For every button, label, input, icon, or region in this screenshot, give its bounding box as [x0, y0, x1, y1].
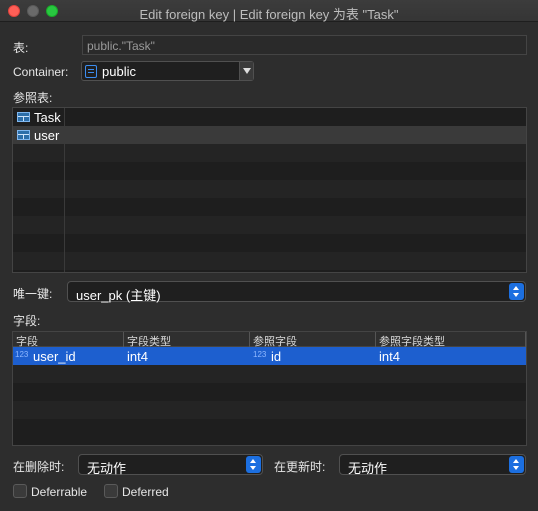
unique-key-select[interactable]: user_pk (主键) [67, 281, 526, 303]
empty-row [13, 162, 526, 180]
select-stepper-icon [509, 456, 524, 473]
unique-key-value: user_pk (主键) [76, 288, 161, 303]
ref-table-list[interactable]: Task user [12, 107, 527, 273]
column-separator[interactable] [123, 332, 124, 347]
ref-field-cell[interactable]: id [271, 349, 281, 364]
empty-row [13, 180, 526, 198]
deferred-label[interactable]: Deferred [122, 485, 169, 499]
on-update-value: 无动作 [348, 461, 388, 476]
table-row[interactable]: 123 user_id int4 123 id int4 [13, 347, 526, 365]
empty-row [13, 234, 526, 252]
deferred-checkbox[interactable] [104, 484, 118, 498]
column-separator [64, 108, 65, 272]
ref-field-type-cell[interactable]: int4 [379, 349, 400, 364]
on-delete-value: 无动作 [87, 461, 127, 476]
unique-key-label: 唯一键: [13, 287, 53, 301]
fields-table-header: 字段 字段类型 参照字段 参照字段类型 [13, 332, 526, 348]
column-separator[interactable] [249, 332, 250, 347]
on-delete-select[interactable]: 无动作 [78, 454, 263, 476]
on-update-select[interactable]: 无动作 [339, 454, 526, 476]
table-icon [17, 130, 30, 140]
container-label: Container: [13, 65, 69, 79]
on-update-label: 在更新时: [274, 460, 326, 474]
container-dropdown[interactable]: public [81, 61, 254, 81]
field-type-cell[interactable]: int4 [127, 349, 148, 364]
fields-label: 字段: [13, 314, 41, 328]
list-item[interactable]: Task [13, 108, 526, 126]
container-value: public [102, 64, 136, 79]
column-separator[interactable] [525, 332, 526, 347]
integer-type-icon: 123 [253, 350, 267, 359]
window-titlebar: Edit foreign key | Edit foreign key 为表 "… [0, 0, 538, 22]
list-item-label: Task [34, 110, 61, 125]
deferrable-label[interactable]: Deferrable [31, 485, 87, 499]
deferrable-checkbox[interactable] [13, 484, 27, 498]
field-name-cell[interactable]: user_id [33, 349, 76, 364]
window-title: Edit foreign key | Edit foreign key 为表 "… [139, 7, 399, 22]
empty-row [13, 419, 526, 437]
table-field: public."Task" [82, 35, 527, 55]
select-stepper-icon [246, 456, 261, 473]
empty-row [13, 365, 526, 383]
empty-row [13, 401, 526, 419]
list-item-label: user [34, 128, 60, 143]
select-stepper-icon [509, 283, 524, 300]
list-item[interactable]: user [13, 126, 526, 144]
empty-row [13, 252, 526, 270]
empty-row [13, 383, 526, 401]
ref-table-label: 参照表: [13, 91, 53, 105]
empty-row [13, 144, 526, 162]
empty-row [13, 216, 526, 234]
on-delete-label: 在删除时: [13, 460, 65, 474]
table-icon [17, 112, 30, 122]
column-separator[interactable] [375, 332, 376, 347]
schema-icon [85, 65, 97, 78]
fields-table[interactable]: 字段 字段类型 参照字段 参照字段类型 123 user_id int4 123… [12, 331, 527, 446]
empty-row [13, 198, 526, 216]
dropdown-arrow-icon [239, 62, 253, 80]
integer-type-icon: 123 [15, 350, 29, 359]
table-label: 表: [13, 41, 29, 55]
